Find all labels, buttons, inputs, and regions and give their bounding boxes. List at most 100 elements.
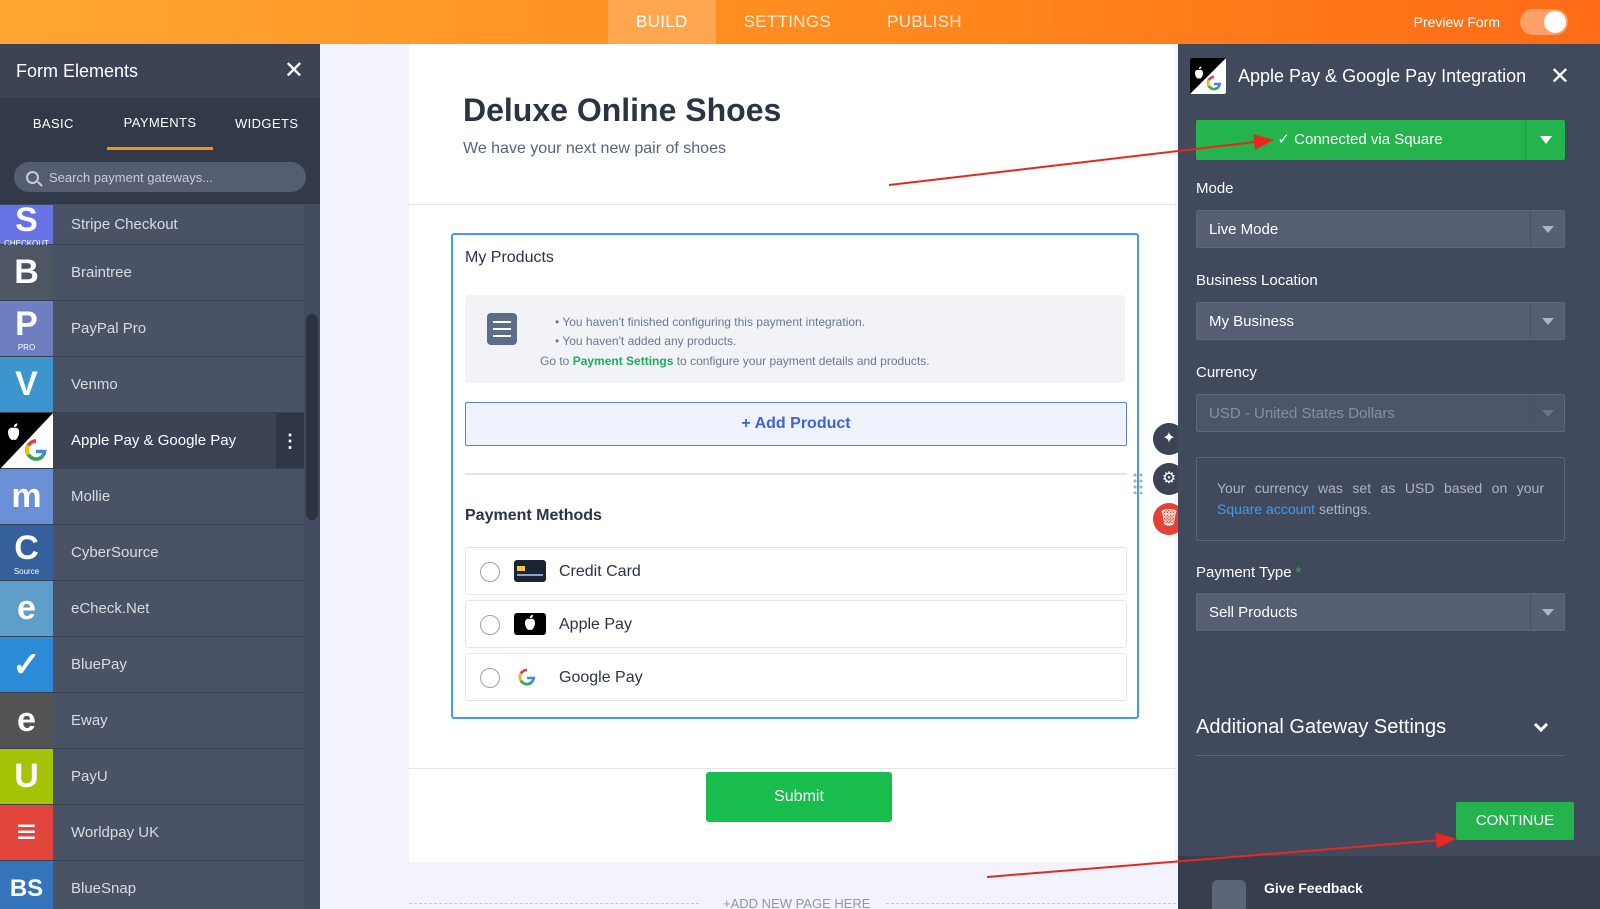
chevron-down-icon[interactable] [1533, 717, 1549, 733]
add-new-page-button[interactable]: +ADD NEW PAGE HERE [723, 896, 870, 909]
bluesnap-icon: BS [0, 861, 53, 909]
gateway-item[interactable]: C Source CyberSource [0, 525, 304, 581]
additional-settings-toggle[interactable]: Additional Gateway Settings [1196, 716, 1446, 739]
gateway-item[interactable]: e Eway [0, 693, 304, 749]
stripe-icon: S CHECKOUT [0, 205, 53, 248]
builder-tabs: BUILD SETTINGS PUBLISH [608, 0, 990, 44]
mollie-icon: m [0, 469, 53, 524]
search-input[interactable] [49, 169, 279, 185]
gateway-item[interactable]: m Mollie [0, 469, 304, 525]
search-box [14, 162, 306, 192]
scrollbar[interactable] [306, 314, 318, 520]
gateway-item[interactable]: ✓ BluePay [0, 637, 304, 693]
gateway-item[interactable]: ≡ Worldpay UK [0, 805, 304, 861]
currency-select: USD - United States Dollars [1196, 394, 1565, 432]
avatar [1212, 880, 1246, 909]
gateway-label: Worldpay UK [71, 824, 160, 841]
payment-methods-label: Payment Methods [465, 507, 602, 524]
divider [886, 903, 1176, 904]
payment-type-value: Sell Products [1209, 604, 1298, 621]
divider [465, 473, 1127, 475]
cybersource-icon: C Source [0, 525, 53, 580]
business-location-select[interactable]: My Business [1196, 302, 1565, 340]
form-subtitle[interactable]: We have your next new pair of shoes [463, 140, 726, 158]
submit-button[interactable]: Submit [706, 772, 892, 822]
connected-label: ✓ Connected via Square [1277, 131, 1443, 148]
apple-pay-icon [514, 613, 546, 635]
divider [409, 768, 1175, 769]
gateway-label: Stripe Checkout [71, 216, 178, 233]
gateway-label: PayPal Pro [71, 320, 147, 337]
chevron-down-icon[interactable] [1525, 120, 1565, 160]
payment-option-credit-card[interactable]: Credit Card [465, 547, 1127, 595]
tab-publish[interactable]: PUBLISH [859, 0, 990, 44]
payment-option-label: Apple Pay [559, 616, 632, 633]
mode-select[interactable]: Live Mode [1196, 210, 1565, 248]
payment-settings-link[interactable]: Payment Settings [573, 354, 674, 368]
close-icon[interactable]: ✕ [284, 59, 304, 83]
tab-build[interactable]: BUILD [608, 0, 716, 44]
gateway-item[interactable]: S CHECKOUT Stripe Checkout [0, 205, 304, 248]
form-elements-panel: Form Elements ✕ BASIC PAYMENTS WIDGETS S… [0, 44, 320, 909]
echeck-icon: e [0, 581, 53, 636]
payment-option-apple-pay[interactable]: Apple Pay [465, 600, 1127, 648]
venmo-icon: V [0, 357, 53, 412]
close-icon[interactable]: ✕ [1550, 62, 1570, 91]
gateway-label: eCheck.Net [71, 600, 150, 617]
divider [409, 204, 1175, 205]
divider [409, 903, 699, 904]
currency-note: Your currency was set as USD based on yo… [1196, 457, 1565, 541]
tab-widgets[interactable]: WIDGETS [213, 98, 320, 150]
tab-payments[interactable]: PAYMENTS [106, 98, 214, 150]
gateway-item[interactable]: B Braintree [0, 245, 304, 301]
business-location-value: My Business [1209, 313, 1295, 330]
payment-option-label: Credit Card [559, 563, 641, 580]
payment-type-select[interactable]: Sell Products [1196, 593, 1565, 631]
square-account-link[interactable]: Square account [1217, 501, 1315, 517]
drag-handle-icon[interactable] [1132, 472, 1144, 494]
gateway-label: PayU [71, 768, 108, 785]
worldpay-icon: ≡ [0, 805, 53, 860]
preview-form-toggle[interactable] [1520, 9, 1568, 35]
gateway-settings-panel: Apple Pay & Google Pay Integration ✕ ✓ C… [1178, 44, 1600, 909]
braintree-icon: B [0, 245, 53, 300]
credit-card-icon [514, 560, 546, 582]
notice-list: You haven't finished configuring this pa… [555, 313, 865, 351]
gateway-item[interactable]: U PayU [0, 749, 304, 805]
gateway-item[interactable]: P PRO PayPal Pro [0, 301, 304, 357]
radio-button[interactable] [480, 562, 500, 582]
tab-basic[interactable]: BASIC [0, 98, 107, 150]
checklist-icon [487, 313, 517, 345]
bluepay-icon: ✓ [0, 637, 53, 692]
tab-settings[interactable]: SETTINGS [716, 0, 859, 44]
chevron-down-icon [1530, 395, 1564, 431]
google-pay-icon [514, 666, 546, 688]
products-label: My Products [465, 249, 554, 266]
add-product-button[interactable]: + Add Product [465, 402, 1127, 446]
connected-dropdown[interactable]: ✓ Connected via Square [1196, 120, 1565, 160]
currency-value: USD - United States Dollars [1209, 405, 1395, 422]
chevron-down-icon [1530, 303, 1564, 339]
products-field[interactable]: My Products You haven't finished configu… [451, 233, 1139, 719]
gateway-item[interactable]: V Venmo [0, 357, 304, 413]
apple-google-pay-icon [1190, 58, 1226, 94]
give-feedback-button[interactable]: Give Feedback [1264, 880, 1363, 896]
gateway-item[interactable]: BS BlueSnap [0, 861, 304, 909]
feedback-bar: Give Feedback [1178, 856, 1600, 909]
mode-label: Mode [1196, 180, 1234, 197]
gateway-item[interactable]: e eCheck.Net [0, 581, 304, 637]
search-icon [26, 170, 39, 184]
gateway-item[interactable]: Apple Pay & Google Pay ⋮ [0, 412, 304, 469]
chevron-down-icon [1530, 211, 1564, 247]
element-tabs: BASIC PAYMENTS WIDGETS [0, 98, 320, 150]
more-options-icon[interactable]: ⋮ [276, 413, 304, 468]
payment-option-google-pay[interactable]: Google Pay [465, 653, 1127, 701]
form-title[interactable]: Deluxe Online Shoes [463, 92, 781, 129]
gateway-search [0, 150, 320, 204]
radio-button[interactable] [480, 668, 500, 688]
continue-button[interactable]: CONTINUE [1456, 802, 1574, 840]
eway-icon: e [0, 693, 53, 748]
form-elements-header: Form Elements ✕ [0, 44, 320, 98]
radio-button[interactable] [480, 615, 500, 635]
notice-item: You haven't added any products. [555, 332, 865, 351]
